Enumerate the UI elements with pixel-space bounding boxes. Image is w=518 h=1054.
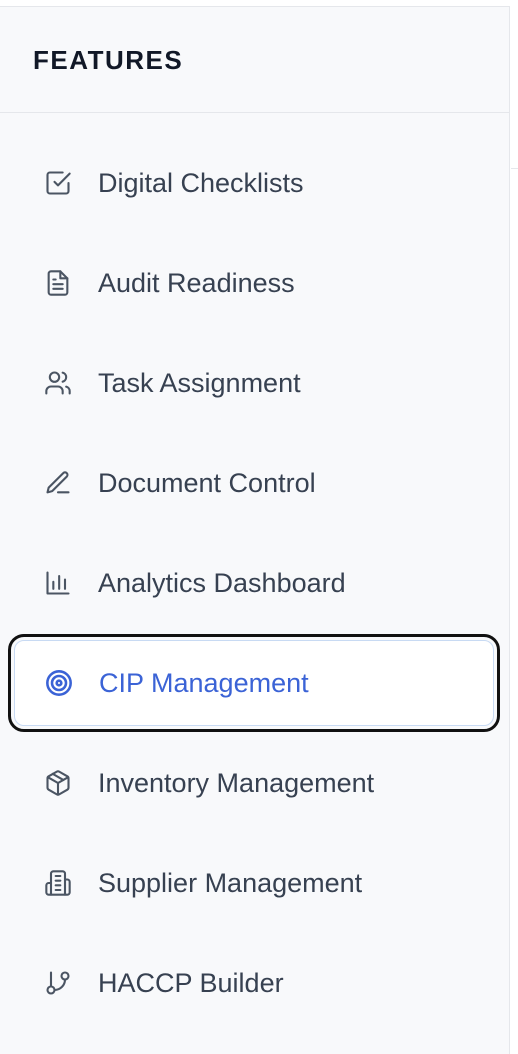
sidebar-item-haccp-builder[interactable]: HACCP Builder <box>14 940 494 1026</box>
features-sidebar: FEATURES Digital Checklists Audit Readin… <box>0 6 510 1054</box>
sidebar-item-cip-management[interactable]: CIP Management <box>8 634 500 732</box>
users-icon <box>43 368 73 398</box>
building-icon <box>43 868 73 898</box>
sidebar-item-label: Document Control <box>98 467 316 498</box>
sidebar-item-label: Analytics Dashboard <box>98 567 346 598</box>
checkbox-icon <box>43 168 73 198</box>
sidebar-item-task-assignment[interactable]: Task Assignment <box>14 340 494 426</box>
sidebar-item-supplier-management[interactable]: Supplier Management <box>14 840 494 926</box>
sidebar-item-audit-readiness[interactable]: Audit Readiness <box>14 240 494 326</box>
sidebar-item-label: Inventory Management <box>98 767 375 798</box>
target-icon <box>44 668 74 698</box>
sidebar-title: FEATURES <box>33 45 184 75</box>
sidebar-item-label: Audit Readiness <box>98 267 295 298</box>
sidebar-item-label: Task Assignment <box>98 367 301 398</box>
package-icon <box>43 768 73 798</box>
document-icon <box>43 268 73 298</box>
sidebar-item-label: Supplier Management <box>98 867 363 898</box>
sidebar-item-analytics-dashboard[interactable]: Analytics Dashboard <box>14 540 494 626</box>
sidebar-item-document-control[interactable]: Document Control <box>14 440 494 526</box>
sidebar-item-digital-checklists[interactable]: Digital Checklists <box>14 140 494 226</box>
sidebar-item-inventory-management[interactable]: Inventory Management <box>14 740 494 826</box>
sidebar-item-label: HACCP Builder <box>98 967 284 998</box>
sidebar-header: FEATURES <box>0 7 509 113</box>
content-divider <box>511 168 518 169</box>
sidebar-item-label: CIP Management <box>99 667 309 698</box>
git-branch-icon <box>43 968 73 998</box>
sidebar-item-label: Digital Checklists <box>98 167 304 198</box>
pencil-icon <box>43 468 73 498</box>
bar-chart-icon <box>43 568 73 598</box>
